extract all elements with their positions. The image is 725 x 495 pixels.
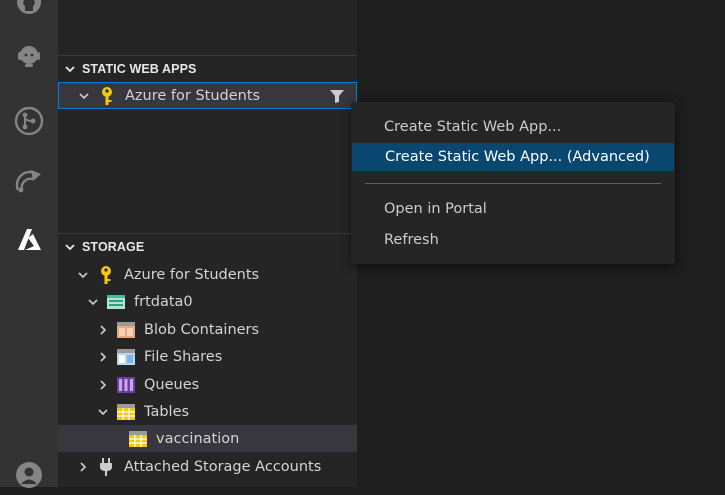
plug-icon (96, 457, 116, 477)
queue-icon (116, 375, 136, 395)
tree-item-file-shares[interactable]: File Shares (58, 343, 395, 370)
tree-item-label: Blob Containers (144, 321, 260, 338)
tree-item-label: frtdata0 (134, 293, 193, 310)
storage-account-icon (106, 292, 126, 312)
tree-item-queues[interactable]: Queues (58, 371, 395, 398)
tree-item-tables[interactable]: Tables (58, 398, 395, 425)
tree-item-attached-storage[interactable]: Attached Storage Accounts (58, 453, 375, 480)
chevron-down-icon (76, 268, 90, 282)
context-menu: Create Static Web App... Create Static W… (351, 102, 675, 264)
activity-bar (0, 0, 58, 488)
remote-explorer-icon[interactable] (9, 160, 49, 200)
tree-item-label: Tables (144, 403, 190, 420)
section-title: STORAGE (82, 240, 145, 254)
chevron-right-icon (96, 378, 110, 392)
key-icon (96, 265, 116, 285)
static-web-apps-section-header[interactable]: STATIC WEB APPS (58, 55, 357, 82)
tree-item-label: Attached Storage Accounts (124, 458, 322, 475)
chevron-down-icon (58, 241, 82, 253)
section-title: STATIC WEB APPS (82, 62, 197, 76)
tree-item-label: vaccination (156, 430, 240, 447)
chevron-down-icon (77, 89, 91, 103)
chevron-down-icon (96, 405, 110, 419)
chevron-down-icon (58, 63, 82, 75)
menu-item-refresh[interactable]: Refresh (351, 226, 673, 254)
azure-icon[interactable] (9, 220, 49, 260)
tree-item-label: File Shares (144, 348, 223, 365)
tree-item-label: Queues (144, 376, 200, 393)
live-share-icon[interactable] (9, 37, 49, 77)
chevron-down-icon (86, 295, 100, 309)
github-icon[interactable] (9, 0, 49, 22)
file-share-icon (116, 347, 136, 367)
tree-item-swa-subscription[interactable]: Azure for Students (58, 82, 357, 109)
menu-item-create-static-web-app[interactable]: Create Static Web App... (351, 113, 673, 141)
menu-item-create-static-web-app-advanced[interactable]: Create Static Web App... (Advanced) (352, 143, 674, 171)
tree-item-label: Azure for Students (125, 87, 261, 104)
side-bar: STATIC WEB APPS Azure for Students STORA… (58, 0, 427, 487)
account-icon[interactable] (9, 455, 49, 495)
tree-item-storage-account[interactable]: frtdata0 (58, 288, 385, 315)
table-icon (116, 402, 136, 422)
table-icon (128, 429, 148, 449)
chevron-right-icon (96, 323, 110, 337)
source-control-icon[interactable] (9, 101, 49, 141)
key-icon (97, 86, 117, 106)
chevron-right-icon (96, 350, 110, 364)
menu-item-open-in-portal[interactable]: Open in Portal (351, 195, 673, 223)
tree-item-storage-subscription[interactable]: Azure for Students (58, 261, 375, 288)
storage-section-header[interactable]: STORAGE (58, 233, 357, 260)
menu-separator (365, 183, 661, 184)
tree-item-label: Azure for Students (124, 266, 260, 283)
filter-icon[interactable] (328, 87, 346, 105)
tree-item-blob-containers[interactable]: Blob Containers (58, 316, 395, 343)
chevron-right-icon (76, 460, 90, 474)
blob-container-icon (116, 320, 136, 340)
